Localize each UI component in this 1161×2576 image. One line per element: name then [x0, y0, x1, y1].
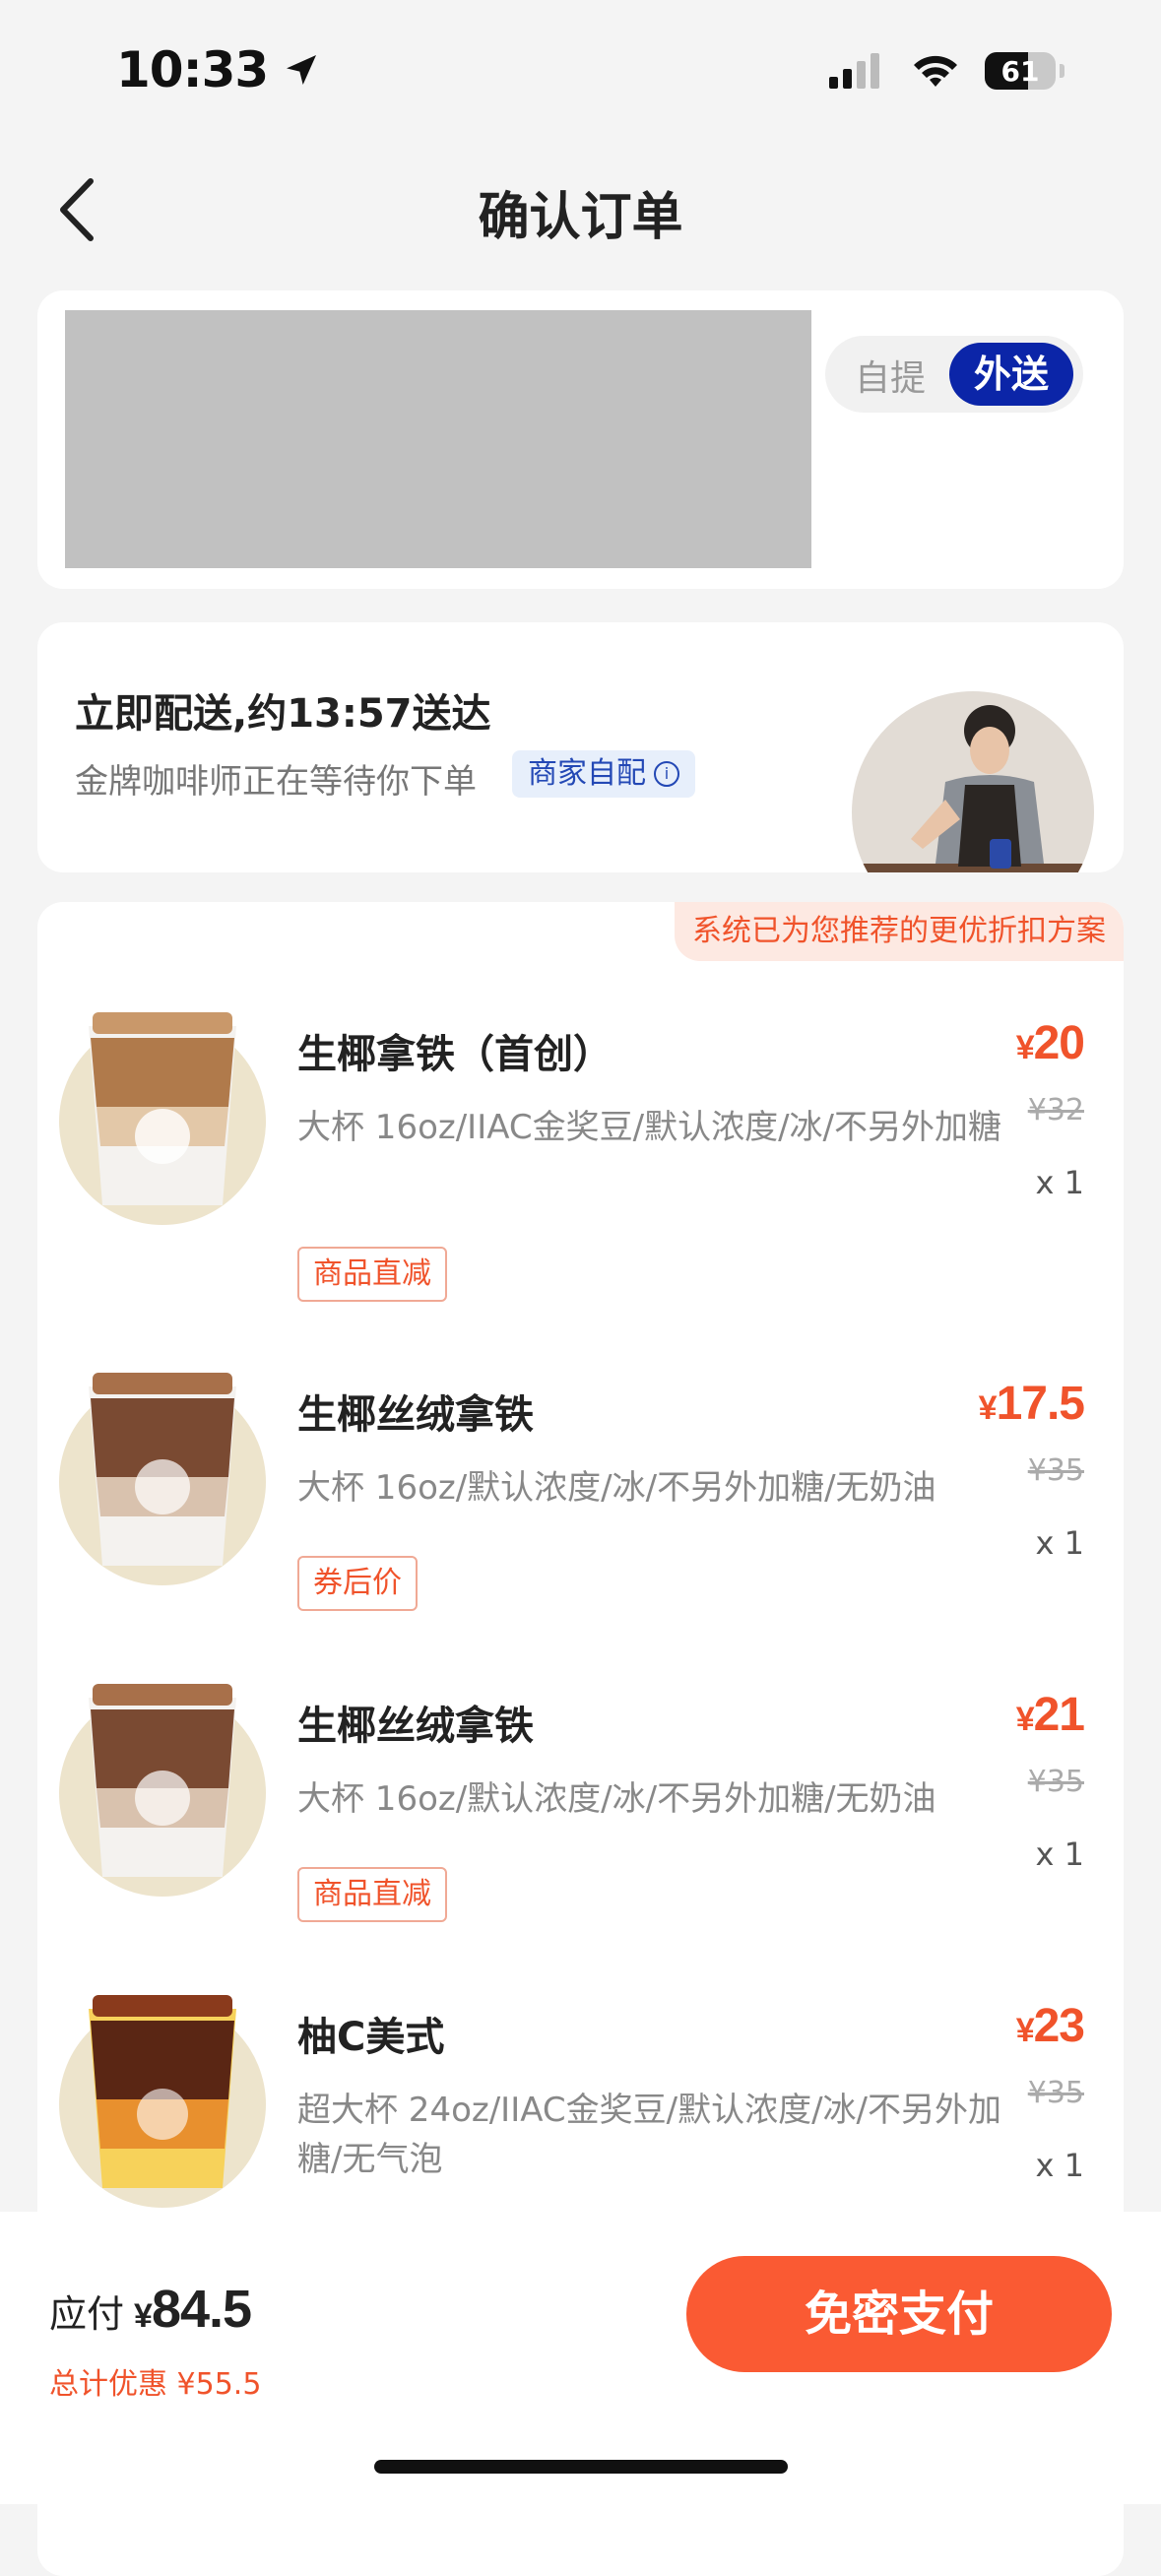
order-item[interactable]: 生椰丝绒拿铁 大杯 16oz/默认浓度/冰/不另外加糖/无奶油 商品直减 ¥21…: [37, 1670, 1124, 1965]
item-spec: 大杯 16oz/IIAC金奖豆/默认浓度/冰/不另外加糖: [297, 1108, 1001, 1147]
home-indicator[interactable]: [374, 2460, 788, 2474]
item-original-price: ¥35: [1027, 1765, 1084, 1799]
item-name: 柚C美式: [297, 2015, 445, 2060]
item-discount-tag: 券后价: [297, 1556, 418, 1611]
delivery-subtitle: 金牌咖啡师正在等待你下单: [75, 762, 477, 802]
wifi-icon: [914, 55, 957, 87]
item-name: 生椰拿铁（首创）: [297, 1032, 613, 1077]
order-item[interactable]: 生椰拿铁（首创） 大杯 16oz/IIAC金奖豆/默认浓度/冰/不另外加糖 商品…: [37, 998, 1124, 1302]
currency-symbol: ¥: [978, 1389, 998, 1427]
page-title: 确认订单: [478, 188, 683, 247]
barista-avatar: [852, 691, 1094, 872]
amount-due: 应付 ¥84.5: [49, 2279, 252, 2340]
signal-icon: [829, 53, 879, 89]
password-free-pay-button[interactable]: 免密支付: [686, 2256, 1112, 2372]
item-price: ¥23: [1015, 1999, 1085, 2053]
total-saving: 总计优惠 ¥55.5: [49, 2367, 262, 2402]
item-price: ¥20: [1015, 1016, 1085, 1070]
merchant-delivery-tag[interactable]: 商家自配 i: [512, 750, 695, 798]
coconut-latte-thumbnail: [59, 998, 266, 1225]
item-spec: 大杯 16oz/默认浓度/冰/不另外加糖/无奶油: [297, 1468, 936, 1508]
mode-delivery[interactable]: 外送: [949, 343, 1073, 406]
battery-level: 61: [1000, 54, 1040, 88]
item-name: 生椰丝绒拿铁: [297, 1704, 534, 1749]
address-card[interactable]: 自提 外送: [37, 290, 1124, 589]
currency-symbol: ¥: [1015, 1029, 1035, 1066]
discount-recommendation-banner: 系统已为您推荐的更优折扣方案: [675, 902, 1124, 961]
battery-tip: [1060, 64, 1064, 78]
item-quantity: x 1: [1035, 1835, 1084, 1873]
price-value: 17.5: [996, 1378, 1085, 1430]
item-discount-tag: 商品直减: [297, 1247, 447, 1302]
item-quantity: x 1: [1035, 2147, 1084, 2184]
item-quantity: x 1: [1035, 1524, 1084, 1562]
item-price: ¥17.5: [978, 1377, 1085, 1431]
item-original-price: ¥32: [1027, 1093, 1084, 1127]
item-quantity: x 1: [1035, 1164, 1084, 1201]
item-original-price: ¥35: [1027, 1453, 1084, 1488]
item-name: 生椰丝绒拿铁: [297, 1392, 534, 1438]
info-icon: i: [654, 761, 679, 787]
location-arrow-icon: [287, 55, 317, 85]
back-button[interactable]: [55, 175, 114, 244]
delivery-card: 立即配送,约13:57送达 金牌咖啡师正在等待你下单 商家自配 i: [37, 622, 1124, 872]
address-redacted-block: [65, 310, 811, 568]
amount-due-value: ¥84.5: [134, 2279, 252, 2340]
item-price: ¥21: [1015, 1688, 1085, 1742]
status-time-text: 10:33: [116, 41, 269, 98]
item-spec: 超大杯 24oz/IIAC金奖豆/默认浓度/冰/不另外加糖/无气泡: [297, 2091, 1001, 2179]
item-spec: 大杯 16oz/默认浓度/冰/不另外加糖/无奶油: [297, 1779, 936, 1819]
amount-due-number: 84.5: [151, 2280, 252, 2339]
order-item[interactable]: 生椰丝绒拿铁 大杯 16oz/默认浓度/冰/不另外加糖/无奶油 券后价 ¥17.…: [37, 1359, 1124, 1654]
mode-pickup[interactable]: 自提: [855, 350, 926, 401]
status-icons: 61: [827, 51, 1064, 91]
currency-symbol: ¥: [1015, 1701, 1035, 1738]
currency-symbol: ¥: [134, 2297, 153, 2335]
delivery-eta: 立即配送,约13:57送达: [75, 691, 491, 737]
mode-toggle[interactable]: 自提 外送: [825, 336, 1083, 413]
price-value: 21: [1033, 1689, 1085, 1741]
grapefruit-americano-thumbnail: [59, 1981, 266, 2208]
status-time: 10:33: [116, 41, 321, 98]
back-chevron-icon: [60, 178, 94, 241]
amount-due-label: 应付: [49, 2292, 125, 2336]
merchant-tag-label: 商家自配: [528, 756, 646, 791]
barista-illustration: [852, 705, 1094, 872]
price-value: 20: [1033, 1017, 1085, 1069]
velvet-latte-thumbnail: [59, 1670, 266, 1897]
currency-symbol: ¥: [1015, 2012, 1035, 2049]
battery-icon: 61: [985, 52, 1056, 90]
velvet-latte-thumbnail: [59, 1359, 266, 1585]
price-value: 23: [1033, 2000, 1085, 2052]
item-original-price: ¥35: [1027, 2076, 1084, 2110]
item-discount-tag: 商品直减: [297, 1867, 447, 1922]
